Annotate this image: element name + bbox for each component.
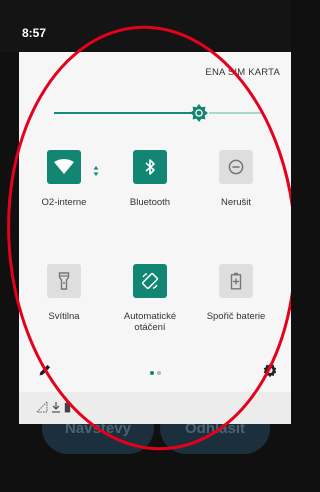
do-not-disturb-icon — [228, 159, 244, 175]
battery-saver-tile-button[interactable] — [219, 264, 253, 298]
auto-rotate-icon — [141, 272, 159, 290]
notification-icons — [36, 401, 71, 413]
tile-label-flashlight: Svítilna — [48, 311, 80, 322]
brightness-slider-track[interactable] — [209, 112, 263, 114]
flashlight-tile-button[interactable] — [47, 264, 81, 298]
tile-label-auto-rotate: Automatické otáčení — [123, 311, 177, 333]
do-not-disturb-tile-button[interactable] — [219, 150, 253, 184]
tile-label-bluetooth: Bluetooth — [129, 197, 171, 208]
brightness-slider-fill[interactable] — [54, 112, 200, 114]
battery-icon — [64, 401, 71, 413]
auto-rotate-tile-button[interactable] — [133, 264, 167, 298]
edit-icon[interactable] — [38, 363, 52, 377]
tile-battery-saver[interactable]: Spořič baterie — [196, 264, 276, 322]
page-indicator — [157, 371, 161, 375]
bluetooth-icon — [145, 159, 155, 175]
signal-icon — [36, 401, 48, 413]
notification-strip[interactable] — [19, 392, 291, 424]
sim-status-text: ENA SIM KARTA — [205, 67, 280, 78]
status-time: 8:57 — [22, 26, 47, 40]
status-bar: 8:57 — [0, 0, 291, 52]
tile-flashlight[interactable]: Svítilna — [24, 264, 104, 322]
settings-icon[interactable] — [262, 363, 278, 379]
tile-wifi[interactable]: O2-interne — [24, 150, 104, 208]
tile-auto-rotate[interactable]: Automatické otáčení — [110, 264, 190, 333]
wifi-icon — [54, 159, 74, 174]
page-indicator-current — [150, 371, 154, 375]
bluetooth-tile-button[interactable] — [133, 150, 167, 184]
wifi-tile-button[interactable] — [47, 150, 81, 184]
expand-icon[interactable] — [93, 165, 99, 177]
tile-label-wifi: O2-interne — [41, 197, 87, 208]
quick-settings-panel: ENA SIM KARTA O2-interne Bluetooth Neruš… — [19, 52, 291, 392]
flashlight-icon — [58, 272, 70, 290]
battery-saver-icon — [230, 272, 242, 290]
brightness-slider-thumb-icon[interactable] — [190, 104, 208, 122]
tile-do-not-disturb[interactable]: Nerušit — [196, 150, 276, 208]
tile-label-battery-saver: Spořič baterie — [206, 311, 266, 322]
tile-label-do-not-disturb: Nerušit — [220, 197, 252, 208]
tile-bluetooth[interactable]: Bluetooth — [110, 150, 190, 208]
download-icon — [52, 402, 60, 413]
